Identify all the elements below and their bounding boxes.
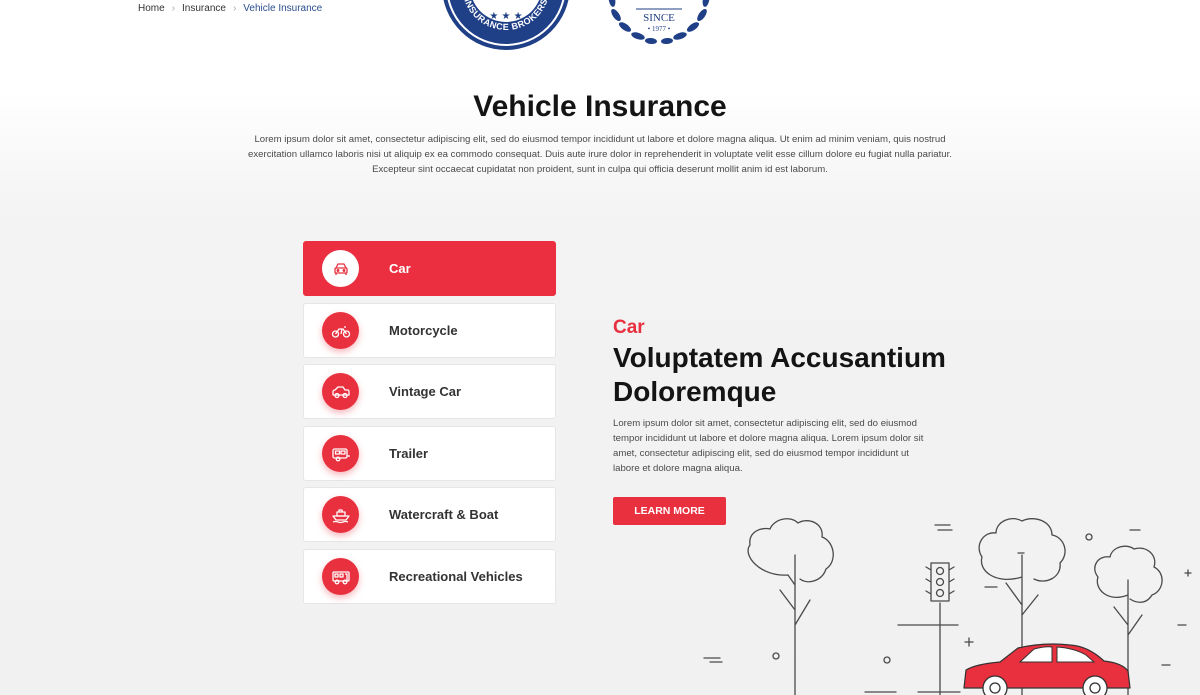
vehicle-item-label: Watercraft & Boat: [389, 507, 499, 522]
vehicle-item-label: Vintage Car: [389, 384, 462, 399]
svg-text:• 1977 •: • 1977 •: [648, 25, 671, 33]
street-scene-illustration: [703, 518, 1192, 695]
chevron-right-icon: ›: [171, 3, 176, 14]
vintage-car-icon: [322, 373, 359, 410]
rv-icon: [322, 558, 359, 595]
detail-paragraph: Lorem ipsum dolor sit amet, consectetur …: [613, 418, 924, 474]
detail-kicker: Car: [613, 317, 645, 338]
boat-icon: [322, 496, 359, 533]
breadcrumb: Home › Insurance › Vehicle Insurance: [138, 3, 322, 14]
motorcycle-icon: [322, 312, 359, 349]
vehicle-item-label: Motorcycle: [389, 323, 458, 338]
breadcrumb-home-link[interactable]: Home: [138, 3, 165, 14]
svg-text:★ ★ ★: ★ ★ ★: [489, 11, 522, 22]
since-1977-laurel-seal-logo: SINCE • 1977 •: [608, 0, 710, 45]
svg-text:SINCE: SINCE: [643, 12, 675, 24]
vehicle-item-recreational-vehicles[interactable]: Recreational Vehicles: [303, 549, 556, 604]
breadcrumb-current: Vehicle Insurance: [243, 3, 323, 14]
vehicle-item-motorcycle[interactable]: Motorcycle: [303, 303, 556, 358]
car-icon: [322, 250, 359, 287]
detail-title: Voluptatem Accusantium Doloremque: [613, 342, 946, 407]
insurance-brokers-seal-logo: INSURANCE BROKERS ★ ★ ★: [443, 0, 569, 50]
traffic-light-illustration: [897, 562, 959, 695]
intro-paragraph: Lorem ipsum dolor sit amet, consectetur …: [248, 134, 952, 175]
vehicle-item-label: Car: [389, 261, 411, 276]
red-car-illustration: [963, 643, 1131, 695]
vehicle-item-label: Recreational Vehicles: [389, 569, 523, 584]
vehicle-item-car[interactable]: Car: [303, 241, 556, 296]
vehicle-item-label: Trailer: [389, 446, 429, 461]
vehicle-item-watercraft-boat[interactable]: Watercraft & Boat: [303, 487, 556, 542]
tree-illustration: [747, 518, 834, 695]
breadcrumb-insurance-link[interactable]: Insurance: [182, 3, 226, 14]
chevron-right-icon: ›: [232, 3, 237, 14]
vehicle-item-vintage-car[interactable]: Vintage Car: [303, 364, 556, 419]
vehicle-item-trailer[interactable]: Trailer: [303, 426, 556, 481]
page-title: Vehicle Insurance: [473, 90, 727, 123]
trailer-icon: [322, 435, 359, 472]
